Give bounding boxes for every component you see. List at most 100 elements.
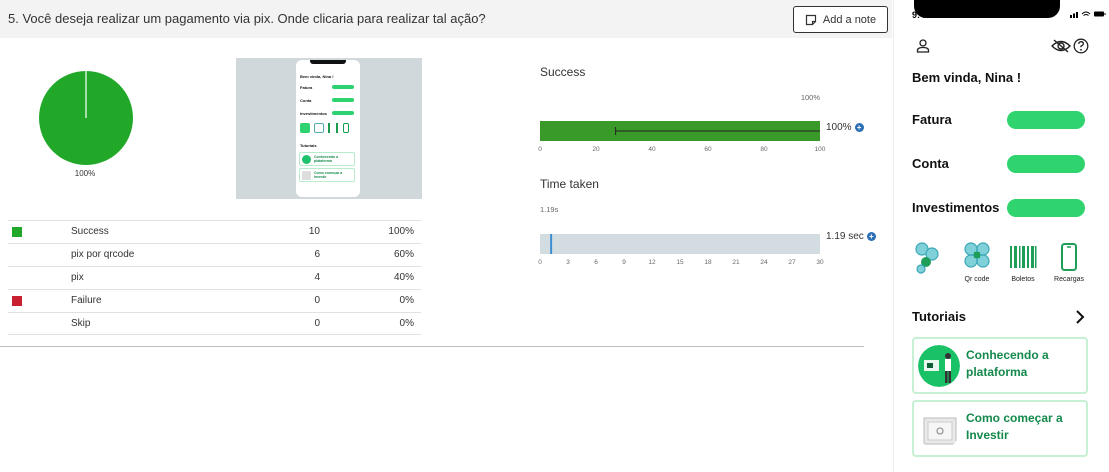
success-pie-chart [39,71,133,165]
thumbnail-pill [332,111,354,115]
success-value[interactable]: 100% + [826,122,864,133]
x-tick-label: 15 [676,259,684,266]
quick-action-label [907,276,947,285]
phone-recharge-icon [1061,243,1077,271]
quick-action-label: Recargas [1054,276,1084,283]
thumbnail-item: Conta [300,98,312,103]
time-value-label: 1.19 sec [826,231,864,242]
expand-plus-icon[interactable]: + [854,123,864,132]
quick-action-label: Boletos [1011,276,1035,283]
tutorial-illustration-icon [923,417,957,445]
x-tick-label: 6 [594,259,598,266]
success-chart-title: Success [540,65,586,79]
help-icon[interactable] [1073,38,1089,54]
thumbnail-pix-icon [300,123,310,133]
x-tick-label: 24 [760,259,768,266]
expand-plus-icon[interactable]: + [866,232,876,241]
table-row: Success 10 100% [8,220,421,243]
chevron-right-icon[interactable] [1074,309,1086,325]
tutorial-card-title: Conhecendo a plataforma [966,347,1049,381]
pix-icon [915,242,939,274]
thumbnail-card-image [302,171,311,180]
tutorial-card-title: Como começar a Investir [966,410,1063,444]
time-chart-title: Time taken [540,177,599,191]
success-bar-chart: 100% 0 20 40 60 80 100 [538,93,826,153]
row-label: Success [71,226,109,237]
fatura-button[interactable] [1007,111,1085,129]
table-row: Skip 0 0% [8,312,421,335]
x-tick-label: 80 [760,146,768,153]
barcode-icon [1010,246,1037,268]
thumbnail-qr-icon [314,123,324,133]
quick-action-boletos[interactable]: Boletos [1003,240,1043,285]
phone-screen: 9:41 Bem vinda, Nina ! Fatura Conta Inve… [893,0,1109,472]
user-icon[interactable] [915,38,931,54]
investimentos-button[interactable] [1007,199,1085,217]
add-note-label: Add a note [822,13,877,26]
row-label: pix [71,272,84,283]
row-percent: 60% [393,249,414,260]
bar-top-label: 100% [801,93,821,102]
investimentos-label: Investimentos [912,200,1000,215]
x-tick-label: 18 [704,259,712,266]
quick-action-recargas[interactable]: Recargas [1049,240,1089,285]
x-tick-label: 12 [648,259,656,266]
quick-action-qr-code[interactable]: Qr code [957,240,997,285]
time-value[interactable]: 1.19 sec + [826,231,876,242]
x-tick-label: 3 [566,259,570,266]
table-row: pix por qrcode 6 60% [8,243,421,266]
conta-button[interactable] [1007,155,1085,173]
thumbnail-card: Conhecendo a plataforma [299,152,355,166]
tutorial-card-como-comecar[interactable]: Como começar a Investir [912,400,1088,457]
thumbnail-card-image [302,155,311,164]
thumbnail-tutorials: Tutoriais [300,143,317,148]
question-header: 5. Você deseja realizar um pagamento via… [0,0,892,38]
conta-label: Conta [912,156,949,171]
x-tick-label: 27 [788,259,796,266]
row-percent: 0% [399,295,414,306]
row-count: 4 [314,272,320,283]
quick-action-pix[interactable] [907,240,947,285]
legend-swatch [12,227,22,237]
x-tick-label: 40 [648,146,656,153]
status-bar-icons [1070,11,1106,18]
row-percent: 0% [399,318,414,329]
row-percent: 100% [388,226,414,237]
qr-code-icon [964,242,990,268]
thumbnail-greeting: Bem vinda, Nina ! [300,74,334,79]
x-tick-label: 20 [592,146,600,153]
tutorial-card-conhecendo[interactable]: Conhecendo a plataforma [912,337,1088,394]
fatura-label: Fatura [912,112,952,127]
thumbnail-phone: Bem vinda, Nina ! Fatura Conta Investime… [296,60,360,197]
row-label: Skip [71,318,91,329]
row-percent: 40% [393,272,414,283]
x-tick-label: 60 [704,146,712,153]
add-note-button[interactable]: Add a note [793,6,888,33]
thumbnail-pill [332,98,354,102]
row-label: pix por qrcode [71,249,135,260]
tutorial-card-title-line: Conhecendo a [966,348,1049,362]
thumbnail-item: Investimentos [300,111,327,116]
table-row: pix 4 40% [8,266,421,289]
note-icon [805,14,816,25]
row-count: 0 [314,295,320,306]
tutorials-title: Tutoriais [912,309,966,324]
x-tick-label: 21 [732,259,740,266]
results-page: 5. Você deseja realizar um pagamento via… [0,0,1109,472]
section-divider [0,346,864,347]
tutorial-card-title-line: Como começar a [966,411,1063,425]
row-count: 6 [314,249,320,260]
hide-balance-eye-icon[interactable] [1051,38,1071,54]
thumbnail-notch [310,60,346,64]
screen-thumbnail[interactable]: Bem vinda, Nina ! Fatura Conta Investime… [236,58,422,199]
thumbnail-pill [332,85,354,89]
thumbnail-card: Como começar a Investir [299,168,355,182]
tutorial-card-title-line: plataforma [966,365,1028,379]
thumbnail-item: Fatura [300,85,313,90]
x-tick-label: 100 [815,146,826,153]
question-title: 5. Você deseja realizar um pagamento via… [8,11,486,26]
greeting: Bem vinda, Nina ! [912,70,1022,85]
x-tick-label: 0 [538,259,542,266]
time-bar-chart: 1.19s 0 3 6 9 12 15 18 21 24 27 30 [538,205,824,266]
thumbnail-card-title: Conhecendo a plataforma [314,155,339,164]
